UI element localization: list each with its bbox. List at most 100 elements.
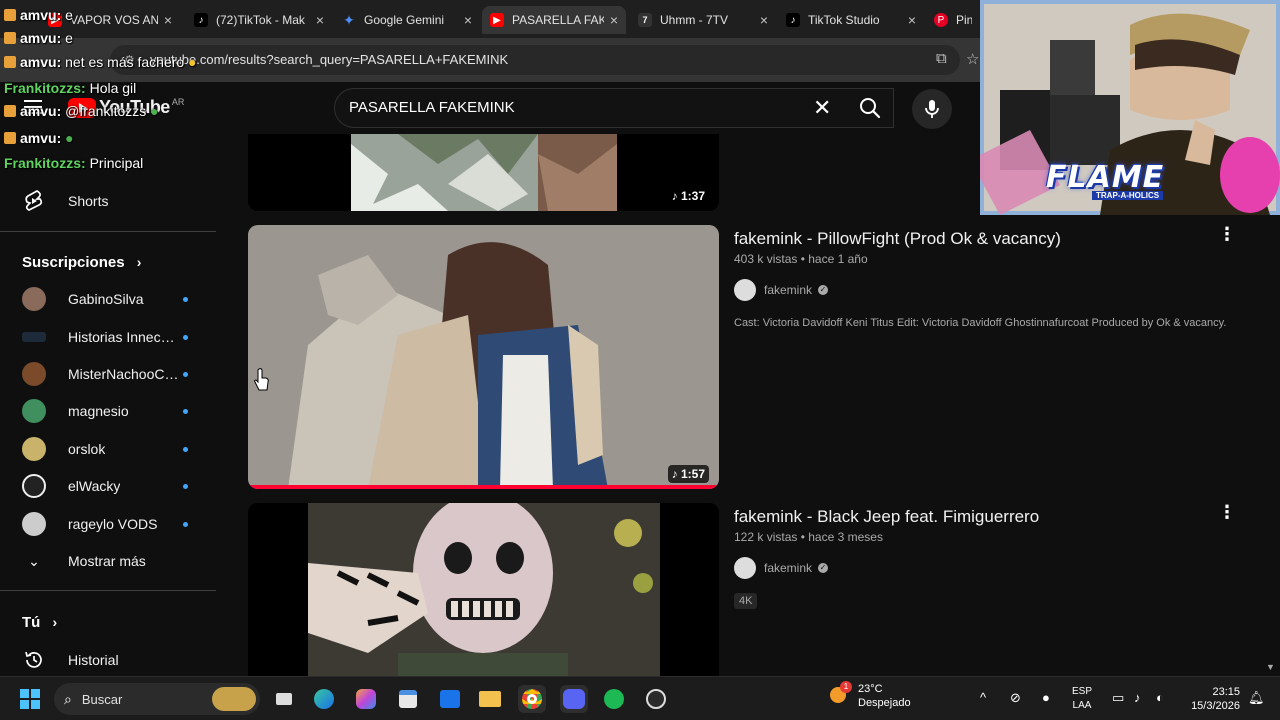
browser-tab[interactable]: 7 Uhmm - 7TV × xyxy=(630,6,776,34)
gemini-icon: ✦ xyxy=(343,11,355,28)
chevron-right-icon: › xyxy=(136,254,142,270)
copilot-icon[interactable] xyxy=(352,685,380,713)
system-clock[interactable]: 23:15 15/3/2026 xyxy=(1182,685,1240,713)
new-content-dot xyxy=(183,297,188,302)
sidebar-item-subscription[interactable]: magnesio xyxy=(12,392,216,430)
chat-message: amvu: @frankitozzs ● xyxy=(4,103,159,119)
browser-tab[interactable]: ✦ Google Gemini × xyxy=(334,6,480,34)
show-hidden-icons-chevron-icon[interactable]: ^ xyxy=(980,690,986,705)
watch-progress-bar xyxy=(248,485,719,489)
sidebar-item-shorts[interactable]: Shorts xyxy=(12,182,216,220)
avatar xyxy=(22,512,46,536)
channel-link[interactable]: fakemink ✓ xyxy=(734,557,829,579)
store-icon[interactable] xyxy=(394,685,422,713)
microphone-icon xyxy=(925,100,939,118)
chat-message: amvu: ● xyxy=(4,130,74,146)
avatar xyxy=(22,332,46,342)
obs-icon[interactable] xyxy=(642,685,670,713)
sidebar-item-subscription[interactable]: elWacky xyxy=(12,467,216,505)
notification-badge: 1 xyxy=(840,681,852,693)
chat-badge-icon xyxy=(4,56,16,68)
chat-message: Frankitozzs: Principal xyxy=(4,155,144,171)
sidebar-item-history[interactable]: Historial xyxy=(12,641,216,679)
sidebar-item-subscription[interactable]: Historias Innece... xyxy=(12,318,216,356)
notifications-bell-icon[interactable]: 🔔︎ xyxy=(1248,690,1265,706)
new-content-dot xyxy=(183,335,188,340)
search-icon: ⌕ xyxy=(64,690,72,707)
avatar xyxy=(22,362,46,386)
windows-start-icon[interactable] xyxy=(16,685,44,713)
show-more-button[interactable]: ⌄ Mostrar más xyxy=(12,542,216,580)
weather-widget[interactable]: 1 23°C Despejado xyxy=(830,681,911,709)
outlook-icon[interactable] xyxy=(436,685,464,713)
microphone-icon[interactable]: ● xyxy=(1042,690,1050,705)
video-thumbnail[interactable]: ♪ 1:57 xyxy=(248,225,719,489)
video-thumbnail[interactable]: ♪ 1:37 xyxy=(248,134,719,211)
browser-tab[interactable]: ♪ TikTok Studio × xyxy=(778,6,924,34)
more-options-icon[interactable]: ⋮ xyxy=(1218,502,1236,523)
taskbar-search[interactable]: ⌕ Buscar xyxy=(54,683,260,715)
search-input[interactable]: PASARELLA FAKEMINK ✕ xyxy=(334,88,894,128)
sidebar-item-subscription[interactable]: rageylo VODS xyxy=(12,505,216,543)
browser-tab-active[interactable]: ▶ PASARELLA FAK × xyxy=(482,6,626,34)
shorts-icon xyxy=(22,189,46,213)
close-icon[interactable]: × xyxy=(908,12,916,28)
install-app-icon[interactable]: ⧉ xyxy=(936,50,947,67)
channel-link[interactable]: fakemink ✓ xyxy=(734,279,829,301)
scroll-down-arrow-icon[interactable]: ▼ xyxy=(1266,662,1275,672)
chat-message: amvu: e xyxy=(4,7,73,23)
thumbnail-image xyxy=(248,134,719,211)
close-icon[interactable]: × xyxy=(464,12,472,28)
bookmark-star-icon[interactable]: ☆ xyxy=(966,50,979,68)
search-highlight-icon xyxy=(212,687,256,711)
spotify-icon[interactable] xyxy=(600,685,628,713)
voice-search-button[interactable] xyxy=(912,89,952,129)
video-title[interactable]: fakemink - Black Jeep feat. Fimiguerrero xyxy=(734,507,1039,527)
channel-avatar xyxy=(734,279,756,301)
sidebar-item-subscription[interactable]: GabinoSilva xyxy=(12,280,216,318)
search-button[interactable] xyxy=(846,88,894,128)
you-section-header[interactable]: Tú › xyxy=(22,614,57,631)
new-content-dot xyxy=(183,372,188,377)
sidebar-item-subscription[interactable]: orslok xyxy=(12,430,216,468)
video-meta: 403 k vistas • hace 1 año xyxy=(734,252,868,266)
browser-tab[interactable]: ♪ (72)TikTok - Mak × xyxy=(186,6,332,34)
avatar xyxy=(22,399,46,423)
video-meta: 122 k vistas • hace 3 meses xyxy=(734,530,883,544)
thumbnail-image xyxy=(248,225,719,489)
chrome-icon[interactable] xyxy=(518,685,546,713)
task-view-icon[interactable] xyxy=(270,685,298,713)
file-explorer-icon[interactable] xyxy=(476,685,504,713)
subscriptions-header[interactable]: Suscripciones › xyxy=(22,254,141,271)
more-options-icon[interactable]: ⋮ xyxy=(1218,224,1236,245)
video-description: Cast: Victoria Davidoff Keni Titus Edit:… xyxy=(734,317,1227,329)
close-icon[interactable]: × xyxy=(316,12,324,28)
battery-icon[interactable]: ◐ xyxy=(1156,690,1164,705)
network-icon[interactable]: ▭ xyxy=(1112,690,1124,706)
emote-icon: ● xyxy=(188,54,197,70)
chat-badge-icon xyxy=(4,132,16,144)
address-bar[interactable]: ⚙ youtube.com/results?search_query=PASAR… xyxy=(110,45,960,75)
youtube-icon: ▶ xyxy=(490,13,504,27)
sidebar-item-subscription[interactable]: MisterNachooCli... xyxy=(12,355,216,393)
video-title[interactable]: fakemink - PillowFight (Prod Ok & vacanc… xyxy=(734,229,1061,249)
browser-tab[interactable]: P Pinte xyxy=(926,6,980,34)
close-icon[interactable]: × xyxy=(610,12,618,28)
clear-search-icon[interactable]: ✕ xyxy=(813,97,831,119)
frog-emote-icon: ● xyxy=(65,130,74,146)
search-query-text: PASARELLA FAKEMINK xyxy=(349,99,515,116)
hand-cursor-icon xyxy=(254,368,269,391)
new-content-dot xyxy=(183,522,188,527)
verified-check-icon: ✓ xyxy=(818,285,829,295)
volume-icon[interactable]: ♪ xyxy=(1134,690,1141,705)
verified-check-icon: ✓ xyxy=(818,563,829,573)
close-icon[interactable]: × xyxy=(164,12,172,28)
camera-off-icon[interactable]: ⊘ xyxy=(1010,690,1021,706)
language-indicator[interactable]: ESP LAA xyxy=(1072,685,1092,713)
close-icon[interactable]: × xyxy=(760,12,768,28)
edge-icon[interactable] xyxy=(310,685,338,713)
avatar xyxy=(22,287,46,311)
discord-icon[interactable] xyxy=(560,685,588,713)
video-thumbnail[interactable] xyxy=(248,503,719,676)
tiktok-icon: ♪ xyxy=(786,13,800,27)
